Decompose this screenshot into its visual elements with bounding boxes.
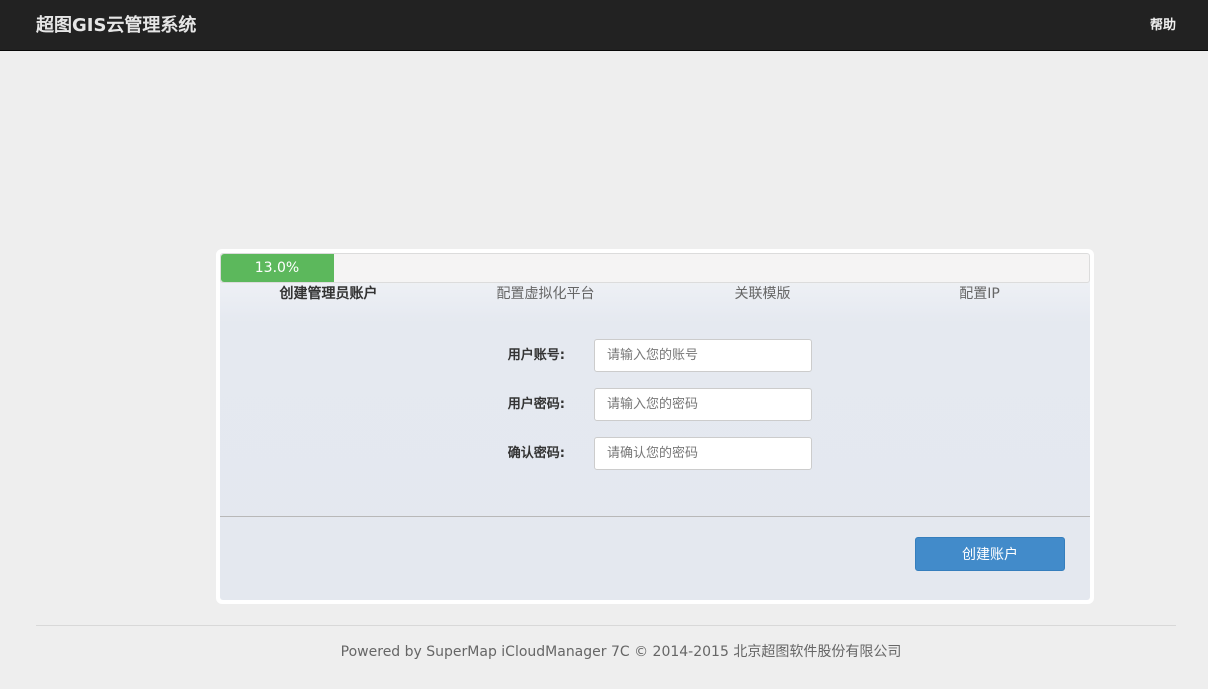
- username-row: 用户账号:: [220, 339, 1090, 373]
- footer-copyright: Powered by SuperMap iCloudManager 7C © 2…: [340, 644, 902, 660]
- password-input[interactable]: [594, 388, 812, 421]
- progress-percent-label: 13.0%: [254, 260, 300, 276]
- username-input[interactable]: [594, 339, 812, 372]
- username-label: 用户账号:: [507, 348, 565, 363]
- password-row: 用户密码:: [220, 388, 1090, 422]
- step-create-admin-account: 创建管理员账户: [279, 286, 378, 302]
- step-configure-virtualization: 配置虚拟化平台: [496, 286, 595, 302]
- confirm-password-input[interactable]: [594, 437, 812, 470]
- app-brand-title[interactable]: 超图GIS云管理系统: [36, 13, 196, 39]
- form-divider: [220, 516, 1090, 517]
- setup-wizard-card: 13.0% 创建管理员账户 配置虚拟化平台 关联模版 配置IP 用户账号: 用户…: [216, 249, 1094, 604]
- password-label: 用户密码:: [507, 397, 565, 412]
- progress-bar: 13.0%: [220, 253, 1090, 283]
- help-link[interactable]: 帮助: [1150, 16, 1176, 36]
- confirm-password-label: 确认密码:: [507, 446, 565, 461]
- wizard-steps: 创建管理员账户 配置虚拟化平台 关联模版 配置IP: [220, 283, 1090, 305]
- footer-divider: [36, 625, 1176, 626]
- setup-wizard-panel: 13.0% 创建管理员账户 配置虚拟化平台 关联模版 配置IP 用户账号: 用户…: [220, 253, 1090, 600]
- create-account-button[interactable]: 创建账户: [915, 537, 1065, 571]
- top-navbar: 超图GIS云管理系统 帮助: [0, 0, 1208, 51]
- step-configure-ip: 配置IP: [959, 286, 1000, 302]
- step-associate-template: 关联模版: [734, 286, 791, 302]
- confirm-password-row: 确认密码:: [220, 437, 1090, 471]
